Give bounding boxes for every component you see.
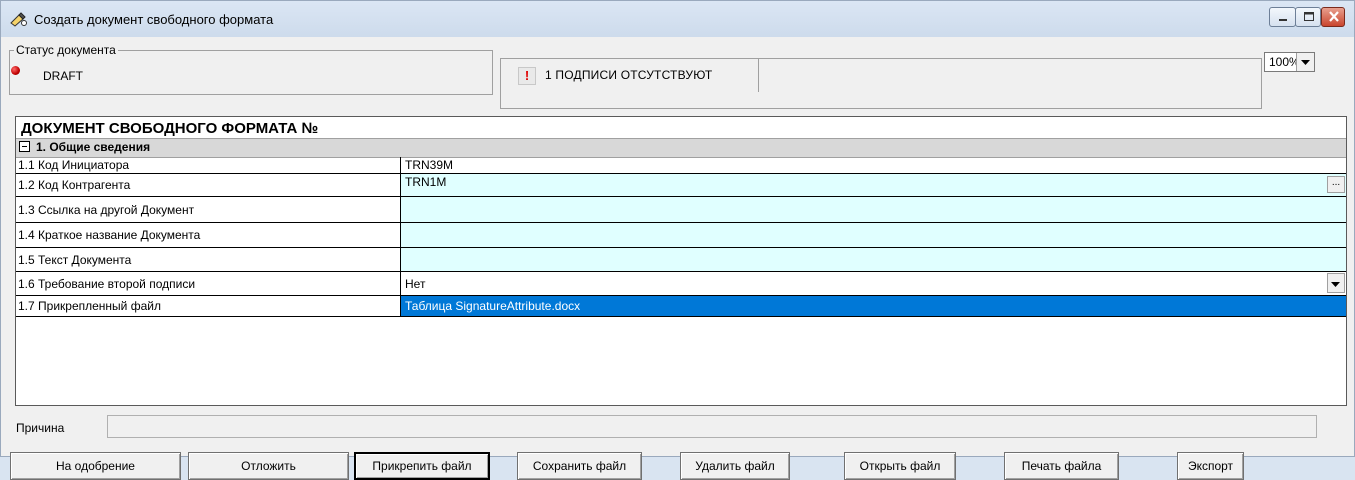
open-file-button[interactable]: Открыть файл xyxy=(844,452,956,480)
field-row-initiator: 1.1 Код Инициатора TRN39M xyxy=(16,157,1346,174)
document-text-field[interactable] xyxy=(401,248,1346,271)
dialog-client-area: Статус документа DRAFT ! 1 ПОДПИСИ ОТСУТ… xyxy=(8,38,1348,480)
field-value: Таблица SignatureAttribute.docx xyxy=(405,299,581,313)
status-indicator-icon xyxy=(11,66,20,75)
field-row-second-signature: 1.6 Требование второй подписи Нет xyxy=(16,272,1346,296)
zoom-dropdown-button[interactable] xyxy=(1296,53,1314,71)
approve-button[interactable]: На одобрение xyxy=(10,452,181,480)
collapse-icon[interactable] xyxy=(19,141,30,152)
field-value: TRN1M xyxy=(405,175,447,189)
short-name-field[interactable] xyxy=(401,223,1346,247)
field-value: TRN39M xyxy=(405,158,454,172)
field-row-text: 1.5 Текст Документа xyxy=(16,248,1346,272)
field-label-cell: 1.2 Код Контрагента xyxy=(16,174,401,196)
field-label-cell: 1.5 Текст Документа xyxy=(16,248,401,271)
field-label-cell: 1.3 Ссылка на другой Документ xyxy=(16,197,401,222)
reference-document-field[interactable] xyxy=(401,197,1346,222)
field-row-reference: 1.3 Ссылка на другой Документ xyxy=(16,197,1346,223)
maximize-icon xyxy=(1304,12,1314,21)
signature-status-cell: ! 1 ПОДПИСИ ОТСУТСТВУЮТ xyxy=(506,59,759,92)
signature-status-panel: ! 1 ПОДПИСИ ОТСУТСТВУЮТ xyxy=(500,58,1262,109)
field-label: 1.6 Требование второй подписи xyxy=(18,276,196,291)
warning-icon: ! xyxy=(518,67,536,85)
attached-file-field[interactable]: Таблица SignatureAttribute.docx xyxy=(401,296,1346,316)
second-signature-select[interactable]: Нет xyxy=(401,272,1346,295)
field-label-cell: 1.1 Код Инициатора xyxy=(16,157,401,173)
section-general-label: 1. Общие сведения xyxy=(36,140,151,154)
status-value: DRAFT xyxy=(43,69,83,83)
field-label: 1.3 Ссылка на другой Документ xyxy=(18,202,195,217)
print-file-button[interactable]: Печать файла xyxy=(1004,452,1119,480)
chevron-down-icon xyxy=(1331,282,1340,287)
section-general-header[interactable]: 1. Общие сведения xyxy=(16,138,1346,158)
counterparty-code-field[interactable]: TRN1M ... xyxy=(401,174,1346,196)
document-edit-icon xyxy=(10,12,27,27)
save-file-button[interactable]: Сохранить файл xyxy=(517,452,642,480)
export-button[interactable]: Экспорт xyxy=(1177,452,1244,480)
title-bar[interactable]: Создать документ свободного формата xyxy=(1,1,1354,37)
chevron-down-icon xyxy=(1301,60,1310,65)
document-title: ДОКУМЕНТ СВОБОДНОГО ФОРМАТА № xyxy=(21,120,319,137)
field-row-attached-file: 1.7 Прикрепленный файл Таблица Signature… xyxy=(16,296,1346,317)
field-label: 1.1 Код Инициатора xyxy=(18,158,130,172)
document-form: ДОКУМЕНТ СВОБОДНОГО ФОРМАТА № 1. Общие с… xyxy=(15,116,1347,406)
field-label-cell: 1.6 Требование второй подписи xyxy=(16,272,401,295)
field-label: 1.4 Краткое название Документа xyxy=(18,228,201,242)
close-button[interactable] xyxy=(1321,7,1345,27)
field-label: 1.7 Прикрепленный файл xyxy=(18,299,161,313)
reason-label: Причина xyxy=(16,421,65,435)
delete-file-button[interactable]: Удалить файл xyxy=(680,452,790,480)
field-value: Нет xyxy=(405,276,426,291)
status-group: Статус документа DRAFT xyxy=(9,43,493,95)
maximize-button[interactable] xyxy=(1295,7,1321,27)
attach-file-button[interactable]: Прикрепить файл xyxy=(354,452,490,480)
browse-button[interactable]: ... xyxy=(1327,176,1345,193)
field-label-cell: 1.7 Прикрепленный файл xyxy=(16,296,401,316)
field-label: 1.5 Текст Документа xyxy=(18,252,132,267)
second-signature-dropdown-button[interactable] xyxy=(1327,273,1345,293)
field-label-cell: 1.4 Краткое название Документа xyxy=(16,223,401,247)
zoom-select[interactable]: 100% xyxy=(1264,52,1315,72)
main-window: Создать документ свободного формата Стат… xyxy=(0,0,1355,480)
close-icon xyxy=(1329,11,1339,22)
field-row-counterparty: 1.2 Код Контрагента TRN1M ... xyxy=(16,174,1346,197)
field-row-short-name: 1.4 Краткое название Документа xyxy=(16,223,1346,248)
postpone-button[interactable]: Отложить xyxy=(188,452,349,480)
reason-input[interactable] xyxy=(107,415,1317,438)
minimize-button[interactable] xyxy=(1269,7,1296,27)
signature-status-text: 1 ПОДПИСИ ОТСУТСТВУЮТ xyxy=(545,68,713,82)
window-title: Создать документ свободного формата xyxy=(34,12,274,27)
status-group-legend: Статус документа xyxy=(14,43,118,57)
minimize-icon xyxy=(1279,19,1287,21)
initiator-code-field[interactable]: TRN39M xyxy=(401,157,1346,173)
field-label: 1.2 Код Контрагента xyxy=(18,178,131,192)
